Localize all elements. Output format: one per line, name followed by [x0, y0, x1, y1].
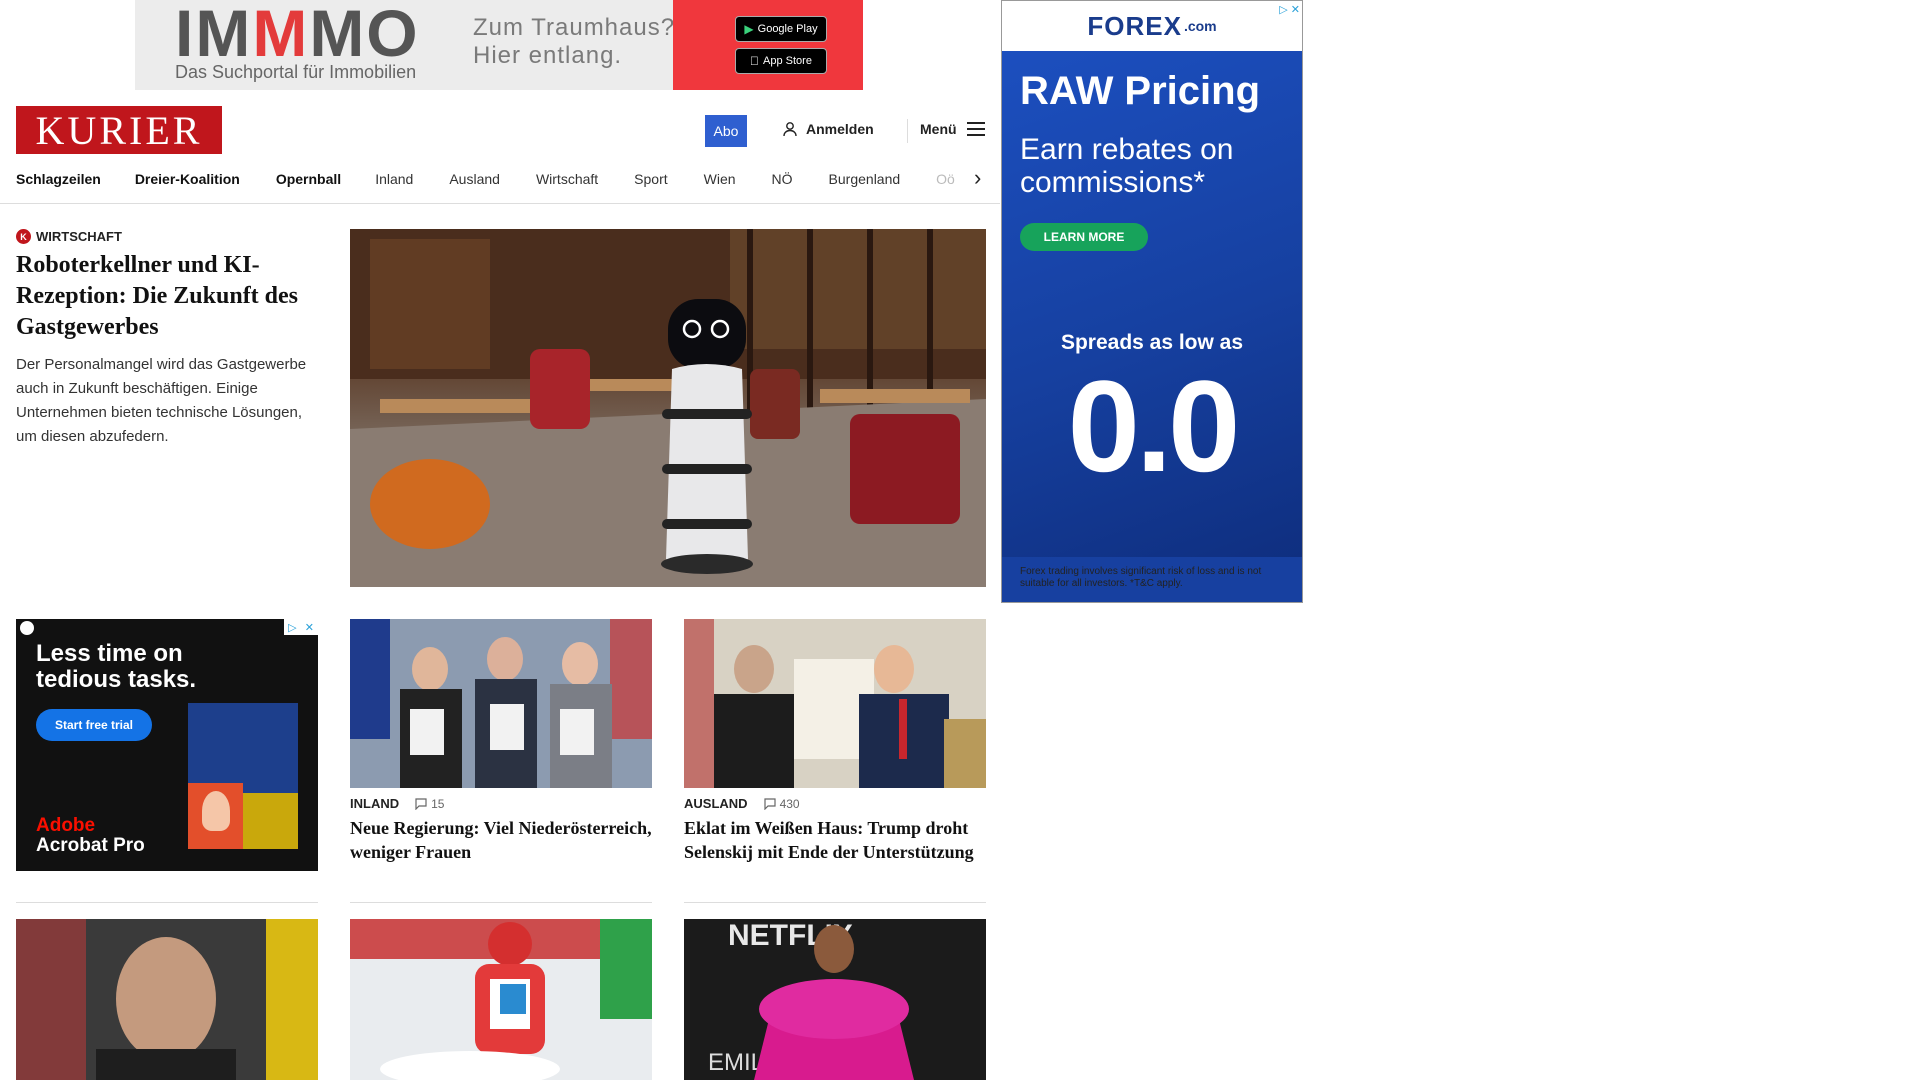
abo-button[interactable]: Abo — [705, 115, 747, 147]
card-image-ausland[interactable] — [684, 619, 986, 788]
forex-logo: FOREX .com — [1002, 1, 1302, 51]
comment-count[interactable]: 15 — [415, 797, 444, 811]
immmo-ad-banner[interactable]: IMMMO Das Suchportal für Immobilien Zum … — [135, 0, 863, 90]
portrait-photo — [16, 919, 318, 1080]
nav-item-wirtschaft[interactable]: Wirtschaft — [536, 171, 598, 187]
nav-item-ooe[interactable]: Oö — [936, 171, 955, 187]
row-divider — [684, 902, 986, 903]
nav-divider-line — [0, 203, 1000, 204]
immmo-store-panel: ▶ Google Play  App Store — [673, 0, 863, 90]
top-story-category[interactable]: K WIRTSCHAFT — [16, 229, 122, 244]
menu-button[interactable]: Menü — [920, 121, 985, 137]
ski-photo — [350, 919, 652, 1080]
forex-ad-body: RAW Pricing Earn rebates on commissions*… — [1002, 51, 1302, 557]
adobe-cta-button[interactable]: Start free trial — [36, 709, 152, 741]
adobe-brand: Adobe — [36, 815, 96, 836]
kurier-logo[interactable]: KURIER — [16, 106, 222, 154]
card-image-netflix[interactable]: NETFLIX EMILI — [684, 919, 986, 1080]
top-story-image[interactable] — [350, 229, 986, 587]
row-divider — [350, 902, 652, 903]
card-title-ausland[interactable]: Eklat im Weißen Haus: Trump droht Selens… — [684, 816, 986, 864]
ad-close-icon: ✕ — [304, 621, 314, 634]
apple-icon:  — [750, 54, 759, 68]
forex-spreads-text: Spreads as low as — [1060, 331, 1244, 354]
white-house-photo — [684, 619, 986, 788]
ad-choices-icon: ▷ — [288, 621, 297, 634]
nav-item-dreier-koalition[interactable]: Dreier-Koalition — [135, 171, 240, 187]
nav-item-schlagzeilen[interactable]: Schlagzeilen — [16, 171, 101, 187]
hamburger-icon — [966, 122, 985, 136]
forex-ad[interactable]: FOREX .com ▷ ✕ RAW Pricing Earn rebates … — [1001, 0, 1303, 603]
adobe-ad[interactable]: ▷ ✕ Less time on tedious tasks. Start fr… — [16, 619, 318, 871]
google-play-badge[interactable]: ▶ Google Play — [735, 16, 827, 42]
comment-count[interactable]: 430 — [763, 797, 800, 811]
card-image-inland[interactable] — [350, 619, 652, 788]
comment-icon — [415, 797, 427, 810]
menu-label: Menü — [920, 121, 957, 137]
forex-ad-choices-icon[interactable]: ▷ ✕ — [1279, 3, 1300, 16]
forex-subtitle: Earn rebates on commissions* — [1020, 133, 1234, 199]
robot-waiter-photo — [350, 229, 986, 587]
immmo-claim: Zum Traumhaus? Hier entlang. — [473, 14, 676, 69]
card-meta-inland: INLAND 15 — [350, 796, 444, 811]
card-image-selenskij[interactable] — [16, 919, 318, 1080]
adobe-product: Acrobat Pro — [36, 835, 145, 856]
nav-item-inland[interactable]: Inland — [375, 171, 413, 187]
kurier-k-icon: K — [16, 229, 31, 244]
header-divider — [907, 119, 908, 143]
ad-choices[interactable]: ▷ ✕ — [284, 619, 318, 635]
government-photo — [350, 619, 652, 788]
login-button[interactable]: Anmelden — [782, 121, 874, 137]
user-icon — [783, 122, 797, 137]
card-category[interactable]: AUSLAND — [684, 796, 748, 811]
forex-title: RAW Pricing — [1020, 69, 1261, 113]
play-icon: ▶ — [744, 22, 754, 36]
login-label: Anmelden — [806, 121, 874, 137]
row-divider — [16, 902, 318, 903]
nav-item-burgenland[interactable]: Burgenland — [829, 171, 901, 187]
main-nav: Schlagzeilen Dreier-Koalition Opernball … — [16, 168, 986, 190]
red-carpet-photo — [754, 925, 914, 1080]
card-image-ski[interactable] — [350, 919, 652, 1080]
nav-item-opernball[interactable]: Opernball — [276, 171, 341, 187]
immmo-logo: IMMMO — [175, 0, 420, 70]
forex-big-number: 0.0 — [1067, 353, 1241, 499]
card-title-inland[interactable]: Neue Regierung: Viel Niederösterreich, w… — [350, 816, 652, 864]
adobe-document-preview — [188, 703, 298, 849]
card-meta-ausland: AUSLAND 430 — [684, 796, 800, 811]
nav-scroll-right-icon[interactable]: › — [970, 167, 982, 189]
nav-item-wien[interactable]: Wien — [704, 171, 736, 187]
comment-icon — [763, 797, 776, 810]
nav-item-noe[interactable]: NÖ — [772, 171, 793, 187]
ad-info-icon[interactable] — [20, 621, 34, 635]
top-story-title[interactable]: Roboterkellner und KI-Rezeption: Die Zuk… — [16, 250, 316, 343]
app-store-badge[interactable]:  App Store — [735, 48, 827, 74]
card-category[interactable]: INLAND — [350, 796, 399, 811]
nav-item-ausland[interactable]: Ausland — [449, 171, 500, 187]
adobe-headline: Less time on tedious tasks. — [36, 640, 197, 693]
top-story-teaser[interactable]: Der Personalmangel wird das Gastgewerbe … — [16, 353, 321, 449]
immmo-subline: Das Suchportal für Immobilien — [175, 62, 417, 82]
forex-cta-button[interactable]: LEARN MORE — [1020, 223, 1148, 251]
nav-item-sport[interactable]: Sport — [634, 171, 667, 187]
forex-disclaimer: Forex trading involves significant risk … — [1020, 566, 1262, 589]
